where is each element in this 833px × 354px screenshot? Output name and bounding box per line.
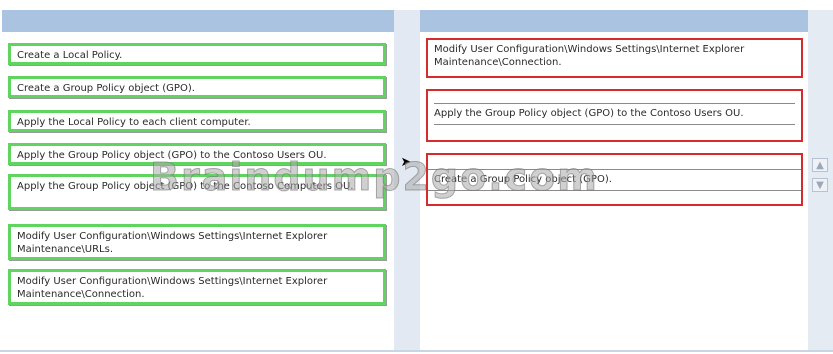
top-border (0, 0, 833, 10)
left-list-item[interactable]: Apply the Group Policy object (GPO) to t… (8, 143, 386, 165)
arrow-down-icon: ▼ (816, 179, 824, 191)
right-list-item[interactable]: Modify User Configuration\Windows Settin… (426, 38, 803, 78)
right-list-header (420, 10, 808, 32)
left-list-item-label: Apply the Group Policy object (GPO) to t… (17, 150, 327, 161)
left-list-item[interactable]: Apply the Local Policy to each client co… (8, 110, 386, 132)
arrow-up-icon: ▲ (816, 159, 824, 171)
right-list-item-selected[interactable]: Create a Group Policy object (GPO). (426, 153, 803, 206)
move-down-button[interactable]: ▼ (812, 178, 828, 192)
middle-gutter (394, 10, 420, 350)
right-list-item-label: Apply the Group Policy object (GPO) to t… (434, 108, 744, 119)
bottom-border (0, 350, 833, 352)
left-list-item-label: Apply the Local Policy to each client co… (17, 117, 251, 128)
right-list-item-label: Modify User Configuration\Windows Settin… (434, 44, 745, 68)
left-list-header (2, 10, 394, 32)
right-list-item[interactable]: Apply the Group Policy object (GPO) to t… (426, 89, 803, 142)
left-list-item-label: Apply the Group Policy object (GPO) to t… (17, 181, 354, 192)
left-list-item[interactable]: Apply the Group Policy object (GPO) to t… (8, 174, 386, 210)
right-list-item-inner: Apply the Group Policy object (GPO) to t… (434, 103, 795, 125)
right-list-item-label: Create a Group Policy object (GPO). (434, 174, 612, 185)
left-list-item-label: Modify User Configuration\Windows Settin… (17, 276, 328, 300)
left-list-item-label: Create a Group Policy object (GPO). (17, 83, 195, 94)
left-list-item-label: Create a Local Policy. (17, 50, 123, 61)
left-list-item-label: Modify User Configuration\Windows Settin… (17, 231, 328, 255)
left-list-item[interactable]: Modify User Configuration\Windows Settin… (8, 224, 386, 260)
move-up-button[interactable]: ▲ (812, 158, 828, 172)
left-list-item[interactable]: Create a Group Policy object (GPO). (8, 76, 386, 98)
drag-drop-answer-area: Create a Local Policy. Create a Group Po… (0, 0, 833, 354)
move-right-arrow-icon[interactable]: ➤ (399, 155, 413, 170)
left-list-item[interactable]: Create a Local Policy. (8, 43, 386, 65)
left-list-item[interactable]: Modify User Configuration\Windows Settin… (8, 269, 386, 305)
right-list-item-inner: Create a Group Policy object (GPO). (428, 169, 801, 191)
